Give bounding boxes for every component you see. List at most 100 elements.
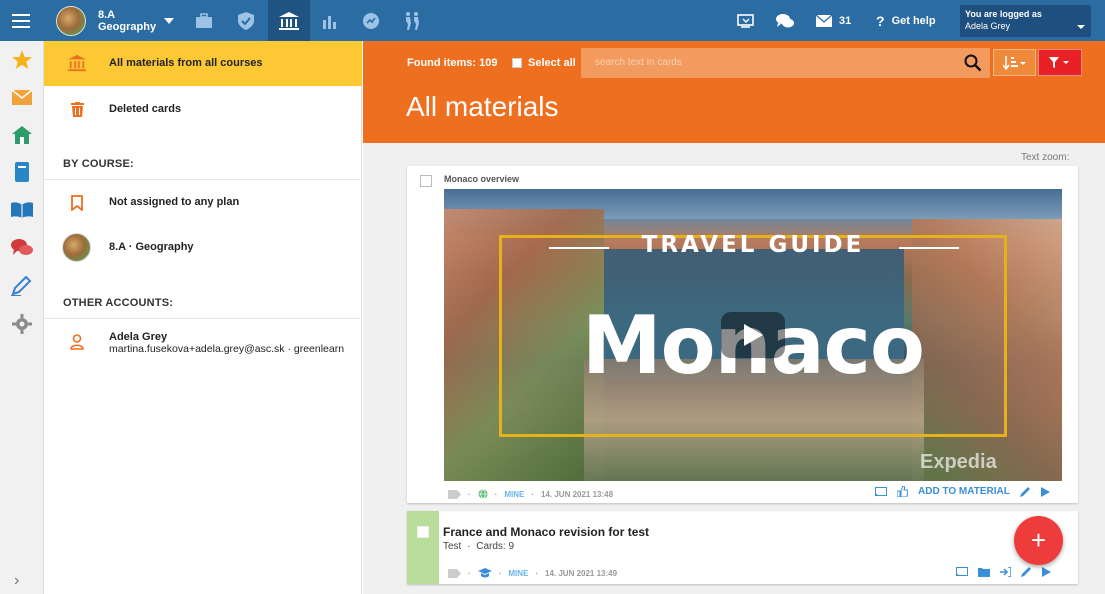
- owner-label: MINE: [508, 568, 529, 578]
- account-text: Adela Grey martina.fusekova+adela.grey@a…: [109, 331, 344, 355]
- folder-button[interactable]: [978, 567, 990, 577]
- header-panel: Found items: 109 Select all search text …: [363, 41, 1105, 143]
- pen-icon: [11, 276, 32, 296]
- menu-button[interactable]: [0, 0, 42, 41]
- bar-chart-icon: [323, 15, 336, 29]
- add-to-material-button[interactable]: ADD TO MATERIAL: [918, 486, 1010, 497]
- like-button[interactable]: [897, 486, 908, 497]
- sort-button[interactable]: [993, 49, 1036, 76]
- login-caption: You are logged as: [965, 9, 1042, 19]
- found-items: Found items: 109: [407, 57, 498, 69]
- sidebar-item-deleted-cards[interactable]: Deleted cards: [44, 86, 362, 131]
- materials-sidebar: All materials from all courses Deleted c…: [44, 41, 362, 594]
- favorites-button[interactable]: [11, 49, 33, 71]
- course-avatar: [56, 6, 86, 36]
- home-button[interactable]: [11, 124, 33, 146]
- video-thumbnail[interactable]: TRAVEL GUIDE Monaco Expedia: [444, 189, 1062, 481]
- nav-library[interactable]: [268, 0, 310, 41]
- other-accounts-heading: OTHER ACCOUNTS:: [63, 297, 174, 309]
- test-card[interactable]: France and Monaco revision for test Test…: [407, 511, 1078, 584]
- mail-button[interactable]: [11, 86, 33, 108]
- nav-shield[interactable]: [225, 0, 267, 41]
- sidebar-item-label: Not assigned to any plan: [109, 196, 240, 208]
- login-card-button[interactable]: [1000, 566, 1011, 577]
- main-content: Found items: 109 Select all search text …: [363, 41, 1105, 594]
- sidebar-item-not-assigned[interactable]: Not assigned to any plan: [44, 180, 362, 225]
- play-button[interactable]: [721, 312, 785, 358]
- star-icon: [12, 50, 32, 69]
- material-card[interactable]: Monaco overview TRAVEL GUIDE Monaco Expe…: [407, 166, 1078, 503]
- cast-button[interactable]: [956, 566, 968, 577]
- sidebar-item-label: 8.A · Geography: [109, 241, 194, 253]
- chat-bubbles-icon: [776, 13, 794, 27]
- search-input[interactable]: search text in cards: [581, 48, 990, 78]
- nav-briefcase[interactable]: [183, 0, 225, 41]
- search-placeholder: search text in cards: [595, 57, 682, 68]
- course-avatar: [62, 233, 91, 262]
- sidebar-item-label: Deleted cards: [109, 103, 182, 115]
- account-item[interactable]: Adela Grey martina.fusekova+adela.grey@a…: [44, 319, 362, 365]
- cast-screen-icon: [737, 13, 754, 28]
- messages-count: 31: [839, 14, 852, 27]
- notebook-button[interactable]: [11, 161, 33, 183]
- cast-icon: [956, 566, 968, 576]
- gear-icon: [12, 314, 32, 334]
- cast-button[interactable]: [737, 0, 754, 41]
- search-icon[interactable]: [964, 54, 982, 75]
- card-title: France and Monaco revision for test: [443, 525, 650, 539]
- text-zoom-label[interactable]: Text zoom:: [1021, 152, 1069, 163]
- course-label: 8.A Geography: [98, 9, 156, 33]
- user-icon: [68, 333, 86, 351]
- help-button[interactable]: ? Get help: [876, 0, 936, 41]
- account-menu[interactable]: You are logged as Adela Grey: [960, 5, 1091, 37]
- card-checkbox[interactable]: [420, 175, 432, 187]
- settings-button[interactable]: [11, 313, 33, 335]
- sign-in-icon: [1000, 566, 1011, 577]
- card-actions: ADD TO MATERIAL: [865, 486, 1050, 497]
- cast-button[interactable]: [875, 486, 887, 497]
- select-all-checkbox[interactable]: Select all: [512, 57, 576, 69]
- card-title: Monaco overview: [444, 174, 520, 184]
- filter-button[interactable]: [1038, 49, 1082, 76]
- edit-button[interactable]: [1019, 486, 1031, 497]
- envelope-icon: [12, 89, 32, 105]
- account-name: Adela Grey: [109, 331, 168, 343]
- messages-button[interactable]: 31: [816, 0, 851, 41]
- video-overlay-top: TRAVEL GUIDE: [641, 232, 865, 258]
- discussion-button[interactable]: [11, 237, 33, 259]
- chat-button[interactable]: [776, 0, 794, 41]
- select-all-label: Select all: [528, 57, 576, 69]
- thumbs-up-icon: [897, 486, 908, 497]
- envelope-icon: [816, 14, 832, 27]
- card-type-stripe: [407, 511, 439, 584]
- add-button[interactable]: +: [1014, 516, 1063, 565]
- card-date: 14. JUN 2021 13:48: [541, 489, 614, 499]
- edit-button[interactable]: [1021, 566, 1032, 577]
- card-checkbox[interactable]: [417, 526, 429, 538]
- checkbox-box: [512, 58, 522, 68]
- home-icon: [12, 126, 32, 144]
- pencil-icon: [1019, 487, 1030, 497]
- question-icon: ?: [876, 12, 885, 29]
- card-actions: [946, 566, 1051, 577]
- by-course-heading: BY COURSE:: [63, 158, 134, 170]
- trash-icon: [68, 100, 86, 118]
- play-card-button[interactable]: [1042, 566, 1051, 577]
- nav-statistics[interactable]: [309, 0, 351, 41]
- bank-icon: [68, 54, 86, 72]
- cast-icon: [875, 486, 887, 496]
- help-label: Get help: [891, 14, 936, 27]
- nav-activities[interactable]: [391, 0, 433, 41]
- play-card-button[interactable]: [1040, 486, 1050, 497]
- bank-icon: [279, 11, 299, 30]
- sidebar-item-all-materials[interactable]: All materials from all courses: [44, 41, 362, 86]
- chevron-right-icon[interactable]: ›: [14, 572, 19, 590]
- account-detail: martina.fusekova+adela.grey@asc.sk · gre…: [109, 343, 345, 355]
- course-selector[interactable]: 8.A Geography: [56, 6, 175, 36]
- globe-icon: [478, 489, 488, 499]
- briefcase-icon: [196, 12, 212, 28]
- tasks-button[interactable]: [11, 275, 33, 297]
- book-button[interactable]: [11, 199, 33, 221]
- sidebar-item-course-geography[interactable]: 8.A · Geography: [44, 225, 362, 270]
- nav-progress[interactable]: [350, 0, 392, 41]
